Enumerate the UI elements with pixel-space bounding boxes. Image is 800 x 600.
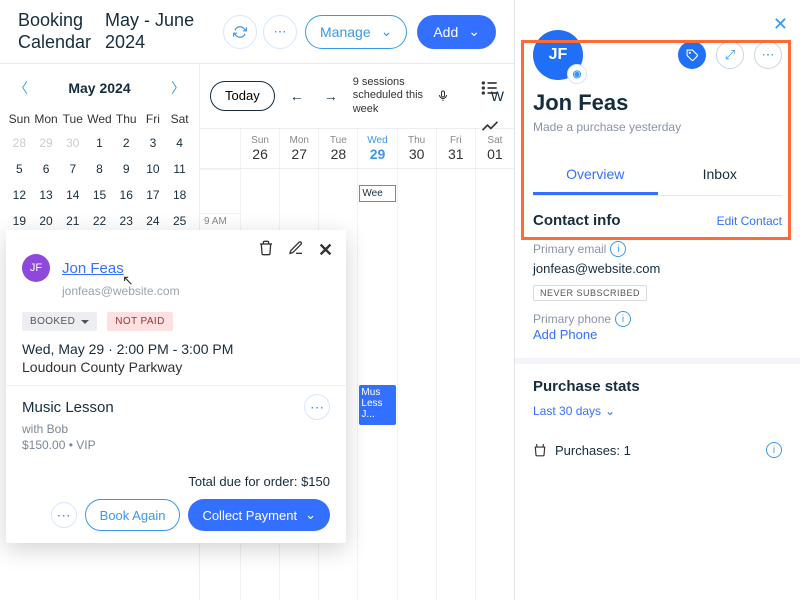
info-icon[interactable]: i: [615, 311, 631, 327]
payment-badge: NOT PAID: [107, 312, 173, 331]
dow-label: Wed: [86, 108, 113, 130]
calendar-day[interactable]: 9: [113, 156, 140, 182]
calendar-day[interactable]: 5: [6, 156, 33, 182]
calendar-day[interactable]: 28: [6, 130, 33, 156]
calendar-day[interactable]: 6: [33, 156, 60, 182]
customer-email: jonfeas@website.com: [62, 284, 330, 298]
add-button[interactable]: Add⌄: [417, 15, 496, 49]
delete-icon[interactable]: [258, 240, 276, 258]
primary-email: jonfeas@website.com: [533, 261, 782, 276]
calendar-day[interactable]: 14: [59, 182, 86, 208]
range-dropdown[interactable]: Last 30 days ⌄: [533, 404, 615, 418]
info-icon[interactable]: i: [610, 241, 626, 257]
avatar: JF: [22, 254, 50, 282]
event-chip[interactable]: MusLessJ...: [359, 385, 395, 425]
calendar-day[interactable]: 10: [140, 156, 167, 182]
purchases-count: Purchases: 1: [555, 443, 631, 458]
service-name: Music Lesson: [22, 399, 114, 416]
day-column-header[interactable]: Sun26: [240, 129, 279, 168]
more-icon[interactable]: ⋯: [754, 41, 782, 69]
calendar-day[interactable]: 1: [86, 130, 113, 156]
calendar-day[interactable]: 8: [86, 156, 113, 182]
collect-payment-button[interactable]: Collect Payment⌄: [188, 499, 330, 531]
day-column-header[interactable]: Mon27: [279, 129, 318, 168]
analytics-icon[interactable]: [480, 116, 500, 136]
calendar-day[interactable]: 3: [140, 130, 167, 156]
tag-icon[interactable]: [678, 41, 706, 69]
next-week-icon[interactable]: →: [319, 84, 343, 108]
day-column-header[interactable]: Fri31: [436, 129, 475, 168]
avatar: JF ◉: [533, 30, 583, 80]
service-staff: with Bob: [22, 422, 330, 436]
top-bar: BookingCalendar May - June2024 ⋯ Manage⌄…: [0, 0, 514, 64]
close-panel-icon[interactable]: ✕: [773, 14, 788, 35]
calendar-day[interactable]: 16: [113, 182, 140, 208]
calendar-day[interactable]: 7: [59, 156, 86, 182]
calendar-day[interactable]: 30: [59, 130, 86, 156]
prev-month-icon[interactable]: 〈: [14, 78, 28, 98]
contact-subtitle: Made a purchase yesterday: [533, 120, 782, 134]
section-title: Contact info: [533, 212, 621, 229]
field-label: Primary email i: [533, 241, 782, 257]
dow-label: Thu: [113, 108, 140, 130]
cursor-icon: ↖: [122, 272, 134, 289]
booking-popup: ✕ JF Jon Feas jonfeas@website.com BOOKED…: [6, 230, 346, 543]
calendar-day[interactable]: 29: [33, 130, 60, 156]
subscription-badge: NEVER SUBSCRIBED: [533, 285, 647, 301]
booking-time: Wed, May 29 · 2:00 PM - 3:00 PM: [22, 341, 330, 357]
camera-icon[interactable]: ◉: [567, 64, 587, 84]
calendar-day[interactable]: 15: [86, 182, 113, 208]
calendar-day[interactable]: 2: [113, 130, 140, 156]
day-column-header[interactable]: Wed29: [357, 129, 396, 168]
more-icon[interactable]: ⋯: [263, 15, 297, 49]
contact-name: Jon Feas: [533, 90, 782, 116]
manage-button[interactable]: Manage⌄: [305, 15, 407, 49]
today-button[interactable]: Today: [210, 81, 275, 111]
edit-icon[interactable]: [288, 240, 306, 258]
add-phone-link[interactable]: Add Phone: [533, 327, 782, 342]
sessions-note: 9 sessions scheduled this week: [353, 76, 449, 116]
customer-name-link[interactable]: Jon Feas: [62, 260, 124, 277]
section-title: Purchase stats: [533, 378, 782, 395]
tab-inbox[interactable]: Inbox: [658, 156, 783, 195]
calendar-day[interactable]: 17: [140, 182, 167, 208]
dow-label: Mon: [33, 108, 60, 130]
calendar-day[interactable]: 11: [166, 156, 193, 182]
expand-icon[interactable]: ⤢: [716, 41, 744, 69]
day-column-header[interactable]: Thu30: [397, 129, 436, 168]
page-title: BookingCalendar: [18, 10, 91, 53]
day-column-header[interactable]: Tue28: [318, 129, 357, 168]
field-label: Primary phone i: [533, 311, 782, 327]
order-total: Total due for order: $150: [22, 474, 330, 489]
edit-contact-link[interactable]: Edit Contact: [717, 214, 782, 228]
close-icon[interactable]: ✕: [318, 240, 336, 258]
book-again-button[interactable]: Book Again: [85, 499, 181, 531]
mini-cal-title: May 2024: [68, 80, 130, 96]
calendar-day[interactable]: 13: [33, 182, 60, 208]
dow-label: Sun: [6, 108, 33, 130]
next-month-icon[interactable]: 〉: [171, 78, 185, 98]
refresh-icon[interactable]: [223, 15, 257, 49]
event-chip[interactable]: Wee: [359, 185, 395, 202]
booking-location: Loudoun County Parkway: [22, 359, 330, 375]
dow-label: Sat: [166, 108, 193, 130]
service-price: $150.00 • VIP: [22, 438, 330, 452]
service-more-icon[interactable]: ⋯: [304, 394, 330, 420]
date-range: May - June2024: [105, 10, 194, 53]
contact-panel: ✕ JF ◉ ⤢ ⋯ Jon Feas Made a purchase yest…: [515, 0, 800, 600]
calendar-day[interactable]: 12: [6, 182, 33, 208]
calendar-day[interactable]: 4: [166, 130, 193, 156]
bag-icon: [533, 443, 547, 457]
status-badge[interactable]: BOOKED: [22, 312, 97, 331]
dow-label: Fri: [140, 108, 167, 130]
prev-week-icon[interactable]: ←: [285, 84, 309, 108]
tab-overview[interactable]: Overview: [533, 156, 658, 195]
info-icon[interactable]: i: [766, 442, 782, 458]
list-icon[interactable]: [480, 78, 500, 98]
calendar-day[interactable]: 18: [166, 182, 193, 208]
dow-label: Tue: [59, 108, 86, 130]
footer-more-icon[interactable]: ⋯: [51, 502, 77, 528]
mic-icon: [437, 90, 449, 102]
